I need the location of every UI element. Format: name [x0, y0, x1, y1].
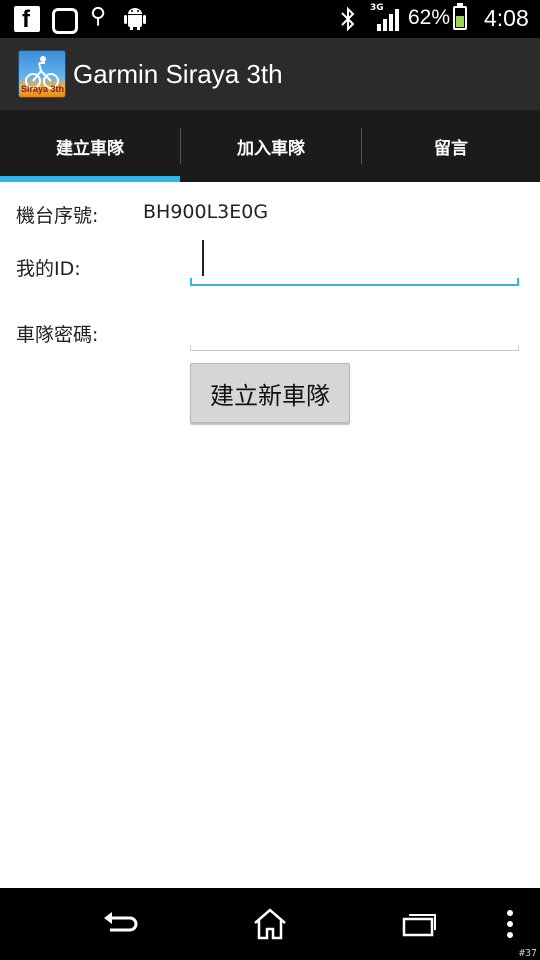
create-team-button[interactable]: 建立新車隊	[190, 363, 350, 423]
app-icon-text: Siraya 3th	[21, 84, 65, 94]
tab-bar: 建立車隊 加入車隊 留言	[0, 110, 540, 182]
watch-icon	[52, 8, 78, 34]
tab-create-team[interactable]: 建立車隊	[0, 110, 180, 182]
signal-icon	[377, 9, 401, 35]
serial-value: BH900L3E0G	[143, 201, 269, 223]
battery-icon	[453, 6, 467, 30]
input-underline	[190, 350, 519, 351]
usb-icon: ⚲	[90, 4, 107, 29]
bluetooth-icon	[340, 6, 356, 36]
navigation-bar: #37	[0, 888, 540, 960]
input-underline-tick	[190, 278, 192, 286]
input-underline-tick	[190, 345, 191, 351]
input-underline-tick	[517, 278, 519, 286]
app-logo-icon[interactable]: Siraya 3th	[18, 50, 66, 98]
input-underline	[190, 284, 519, 286]
tab-label: 建立車隊	[56, 138, 124, 159]
home-icon[interactable]	[240, 902, 300, 946]
clock: 4:08	[484, 5, 529, 31]
status-bar: f ⚲ 3G 62% 4:08	[0, 0, 540, 38]
android-icon	[124, 6, 146, 34]
tab-messages[interactable]: 留言	[362, 110, 540, 182]
serial-label: 機台序號:	[16, 205, 99, 227]
input-underline-tick	[518, 345, 519, 351]
text-cursor	[202, 240, 204, 276]
tab-join-team[interactable]: 加入車隊	[181, 110, 361, 182]
team-password-label: 車隊密碼:	[16, 324, 99, 346]
team-password-input[interactable]	[190, 305, 519, 351]
battery-percent: 62%	[408, 6, 451, 29]
screenshot-index: #37	[518, 948, 537, 959]
selected-tab-indicator	[0, 176, 180, 182]
app-title: Garmin Siraya 3th	[73, 59, 283, 89]
my-id-label: 我的ID:	[16, 258, 81, 280]
my-id-input[interactable]	[190, 240, 519, 286]
facebook-icon: f	[14, 6, 40, 33]
tab-label: 留言	[434, 138, 468, 159]
action-bar: Siraya 3th Garmin Siraya 3th	[0, 38, 540, 110]
back-icon[interactable]	[90, 902, 150, 946]
tab-label: 加入車隊	[237, 138, 305, 159]
overflow-menu-icon[interactable]	[480, 902, 540, 946]
recent-apps-icon[interactable]	[390, 902, 450, 946]
